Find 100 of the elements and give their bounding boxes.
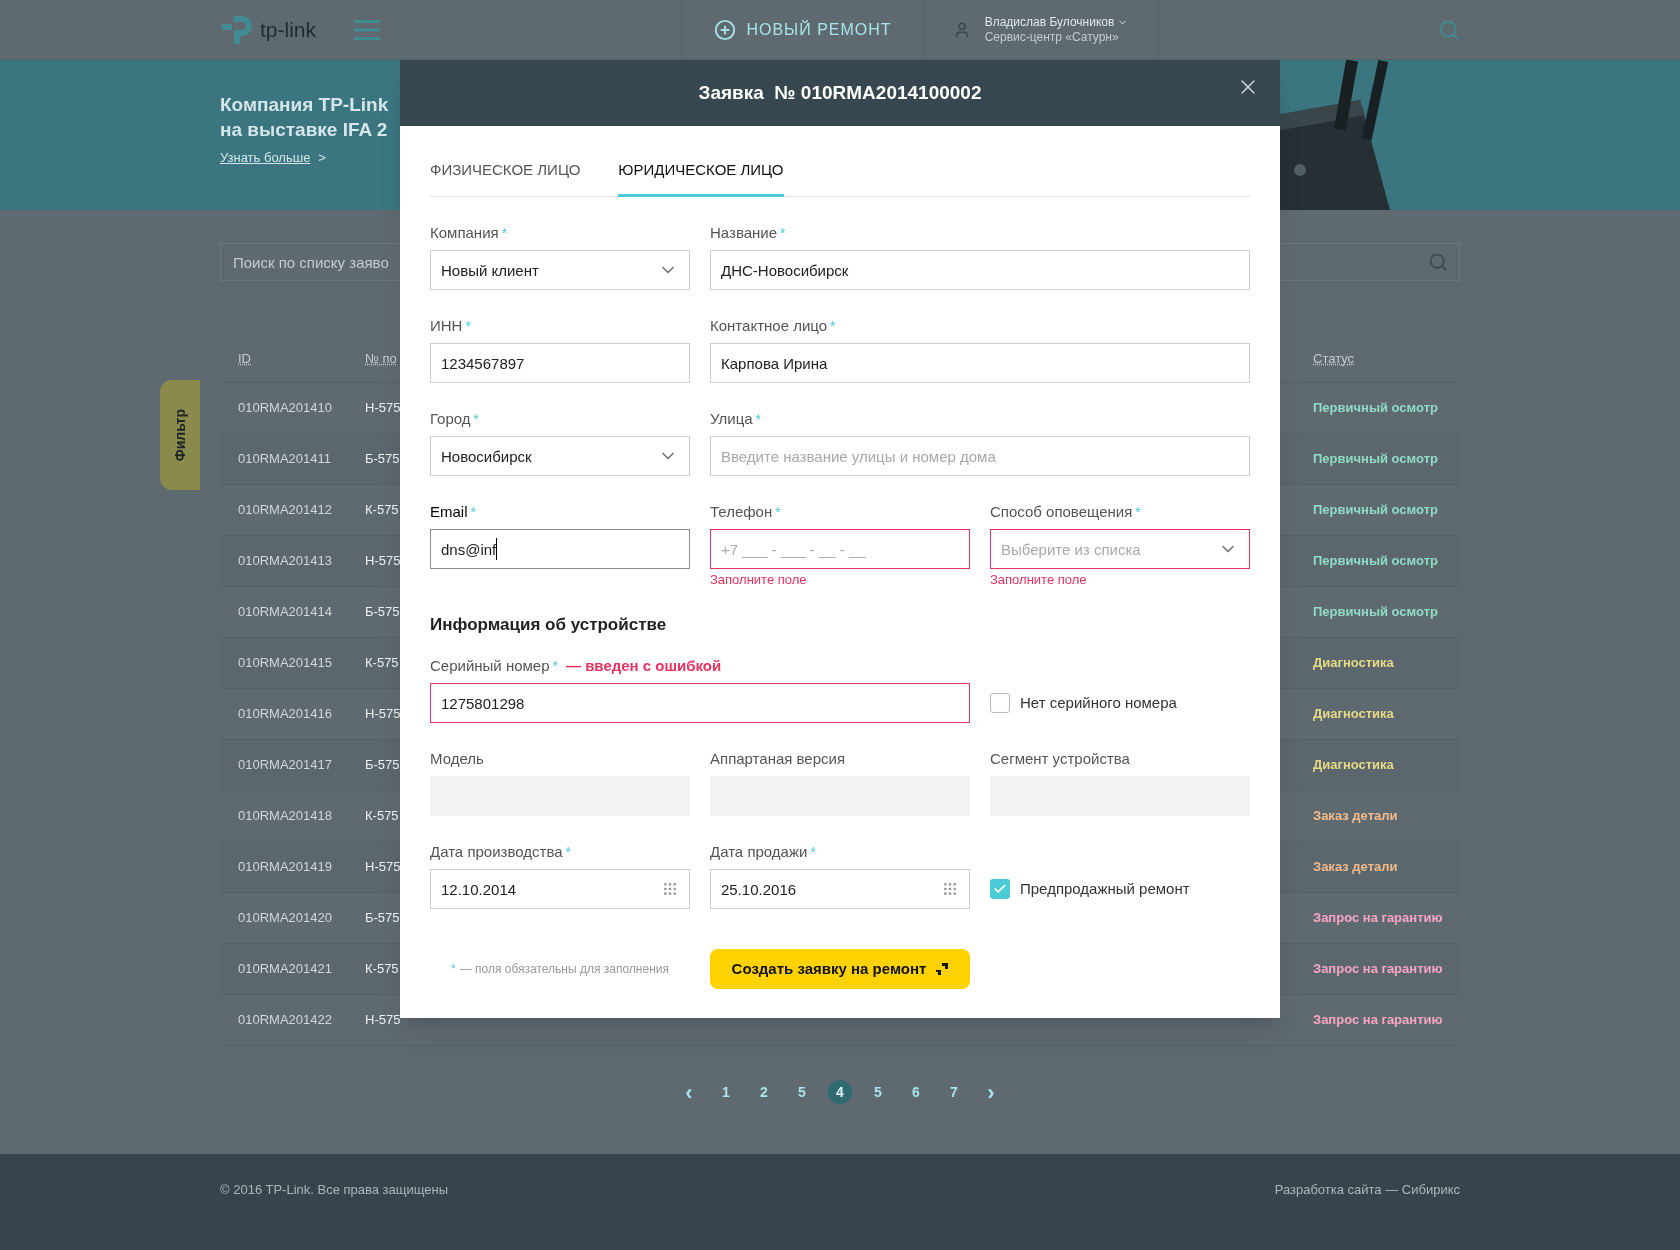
dialog-title: Заявка № 010RMA2014100002 bbox=[698, 80, 982, 105]
tab[interactable]: ФИЗИЧЕСКОЕ ЛИЦО bbox=[430, 160, 581, 197]
search-icon[interactable] bbox=[1428, 252, 1448, 272]
arrow-icon bbox=[936, 963, 949, 975]
column-header[interactable]: Статус bbox=[1313, 349, 1460, 369]
filter-tab[interactable]: Фильтр bbox=[160, 380, 200, 490]
required-mark: * bbox=[1135, 502, 1141, 522]
required-mark: * bbox=[501, 223, 508, 243]
select-field[interactable]: Новосибирск bbox=[430, 436, 690, 476]
table-cell-text: Б-575 bbox=[365, 450, 400, 469]
status-label: Диагностика bbox=[1313, 757, 1394, 773]
page-button[interactable]: 2 bbox=[752, 1080, 776, 1104]
field-label: Способ оповещения bbox=[990, 501, 1133, 522]
date-field[interactable]: 25.10.2016 bbox=[710, 869, 970, 909]
page-button[interactable]: 4 bbox=[828, 1080, 852, 1104]
date-field[interactable]: 12.10.2014 bbox=[430, 869, 690, 909]
column-header[interactable]: № по bbox=[365, 349, 397, 369]
user-name[interactable]: Владислав Булочников bbox=[984, 14, 1115, 30]
input-field[interactable]: 1234567897 bbox=[430, 343, 690, 383]
table-cell: 010RMA201416 bbox=[238, 706, 332, 722]
section-title: Информация об устройстве bbox=[430, 615, 668, 635]
required-mark: * bbox=[780, 223, 786, 243]
input-field[interactable]: +7 ___ - ___ - __ - __ bbox=[710, 529, 970, 569]
field-label: Название bbox=[710, 222, 778, 243]
required-mark: * bbox=[473, 409, 480, 429]
grid-icon bbox=[662, 881, 678, 897]
table-cell: 010RMA201422 bbox=[238, 1012, 332, 1028]
field-label: Сегмент устройства bbox=[990, 748, 1130, 769]
page-button[interactable]: 1 bbox=[714, 1080, 738, 1104]
input-field[interactable]: Карпова Ирина bbox=[710, 343, 1250, 383]
menu-icon[interactable] bbox=[354, 18, 381, 41]
table-cell: 010RMA201419 bbox=[238, 859, 332, 875]
check-icon bbox=[993, 882, 1007, 896]
status-label: Запрос на гарантию bbox=[1313, 1012, 1443, 1028]
table-cell: 010RMA201417 bbox=[238, 757, 332, 773]
table-cell: 010RMA201411 bbox=[238, 451, 331, 467]
developer-link[interactable]: Разработка сайта — Сибирикс bbox=[1274, 1180, 1460, 1200]
input-field[interactable]: 1275801298 bbox=[430, 683, 970, 723]
create-request-button[interactable]: Создать заявку на ремонт bbox=[710, 949, 970, 989]
status-label: Диагностика bbox=[1313, 706, 1394, 722]
field-label: Аппартаная версия bbox=[710, 748, 846, 769]
table-cell-text: Н-575 bbox=[365, 1011, 401, 1030]
input-field[interactable]: ДНС-Новосибирск bbox=[710, 250, 1250, 290]
banner-title: Компания TP-Link bbox=[220, 93, 389, 117]
table-cell: 010RMA201420 bbox=[238, 910, 332, 926]
field-label: Контактное лицо bbox=[710, 315, 828, 336]
field-label: ИНН bbox=[430, 315, 463, 336]
plus-icon bbox=[714, 18, 737, 41]
field-label: Улица bbox=[710, 408, 753, 429]
new-repair-button[interactable]: НОВЫЙ РЕМОНТ bbox=[681, 0, 924, 60]
table-cell-text: К-575 bbox=[365, 501, 399, 520]
page-button[interactable]: 5 bbox=[790, 1080, 814, 1104]
table-cell-text: К-575 bbox=[365, 960, 399, 979]
text-cursor bbox=[495, 538, 497, 560]
checkbox[interactable] bbox=[990, 693, 1010, 713]
tab[interactable]: ЮРИДИЧЕСКОЕ ЛИЦО bbox=[618, 160, 784, 197]
table-cell: 010RMA201415 bbox=[238, 655, 332, 671]
table-cell-text: Б-575 bbox=[365, 909, 400, 928]
required-mark: * bbox=[465, 316, 471, 336]
table-cell-text: Н-575 bbox=[365, 705, 401, 724]
page-button[interactable]: 7 bbox=[942, 1080, 966, 1104]
link-arrow: > bbox=[318, 149, 326, 167]
field-label: Серийный номер bbox=[430, 655, 550, 676]
table-cell-text: К-575 bbox=[365, 807, 399, 826]
table-cell-text: К-575 bbox=[365, 654, 399, 673]
table-cell: 010RMA201412 bbox=[238, 502, 332, 518]
required-mark: * bbox=[565, 842, 571, 862]
table-cell-text: Б-575 bbox=[365, 756, 400, 775]
status-label: Первичный осмотр bbox=[1313, 604, 1438, 620]
select-field[interactable]: Выберите из списка bbox=[990, 529, 1250, 569]
table-cell: 010RMA201418 bbox=[238, 808, 332, 824]
required-mark: * bbox=[830, 316, 836, 336]
field-label: Компания bbox=[430, 222, 499, 243]
status-label: Диагностика bbox=[1313, 655, 1394, 671]
table-cell-text: Н-575 bbox=[365, 552, 401, 571]
user-organization: Сервис-центр «Сатурн» bbox=[984, 29, 1120, 45]
learn-more-link[interactable]: Узнать больше bbox=[220, 148, 311, 168]
page-button[interactable]: 5 bbox=[866, 1080, 890, 1104]
previous-page-button[interactable]: ‹ bbox=[678, 1075, 700, 1109]
table-cell: 010RMA201413 bbox=[238, 553, 332, 569]
field-label: Дата продажи bbox=[710, 841, 808, 862]
next-page-button[interactable]: › bbox=[980, 1075, 1002, 1109]
select-field[interactable]: Новый клиент bbox=[430, 250, 690, 290]
table-cell-text: Б-575 bbox=[365, 603, 400, 622]
field-label: Телефон bbox=[710, 501, 773, 522]
table-cell-text: Н-575 bbox=[365, 858, 401, 877]
status-label: Заказ детали bbox=[1313, 859, 1398, 875]
logo-text: tp-link bbox=[260, 16, 317, 43]
search-icon[interactable] bbox=[1438, 18, 1460, 41]
copyright-text: © 2016 TP-Link. Все права защищены bbox=[220, 1181, 449, 1199]
field-label: Email bbox=[430, 501, 468, 522]
input-field[interactable]: dns@inf bbox=[430, 529, 690, 569]
required-mark: * bbox=[470, 502, 476, 522]
banner-title: на выставке IFA 2 bbox=[220, 118, 389, 142]
required-mark: * bbox=[552, 656, 558, 676]
checkbox-label: Предпродажный ремонт bbox=[1020, 878, 1190, 899]
checkbox[interactable] bbox=[990, 879, 1010, 899]
column-header[interactable]: ID bbox=[238, 349, 365, 369]
page-button[interactable]: 6 bbox=[904, 1080, 928, 1104]
field-label: Город bbox=[430, 408, 471, 429]
